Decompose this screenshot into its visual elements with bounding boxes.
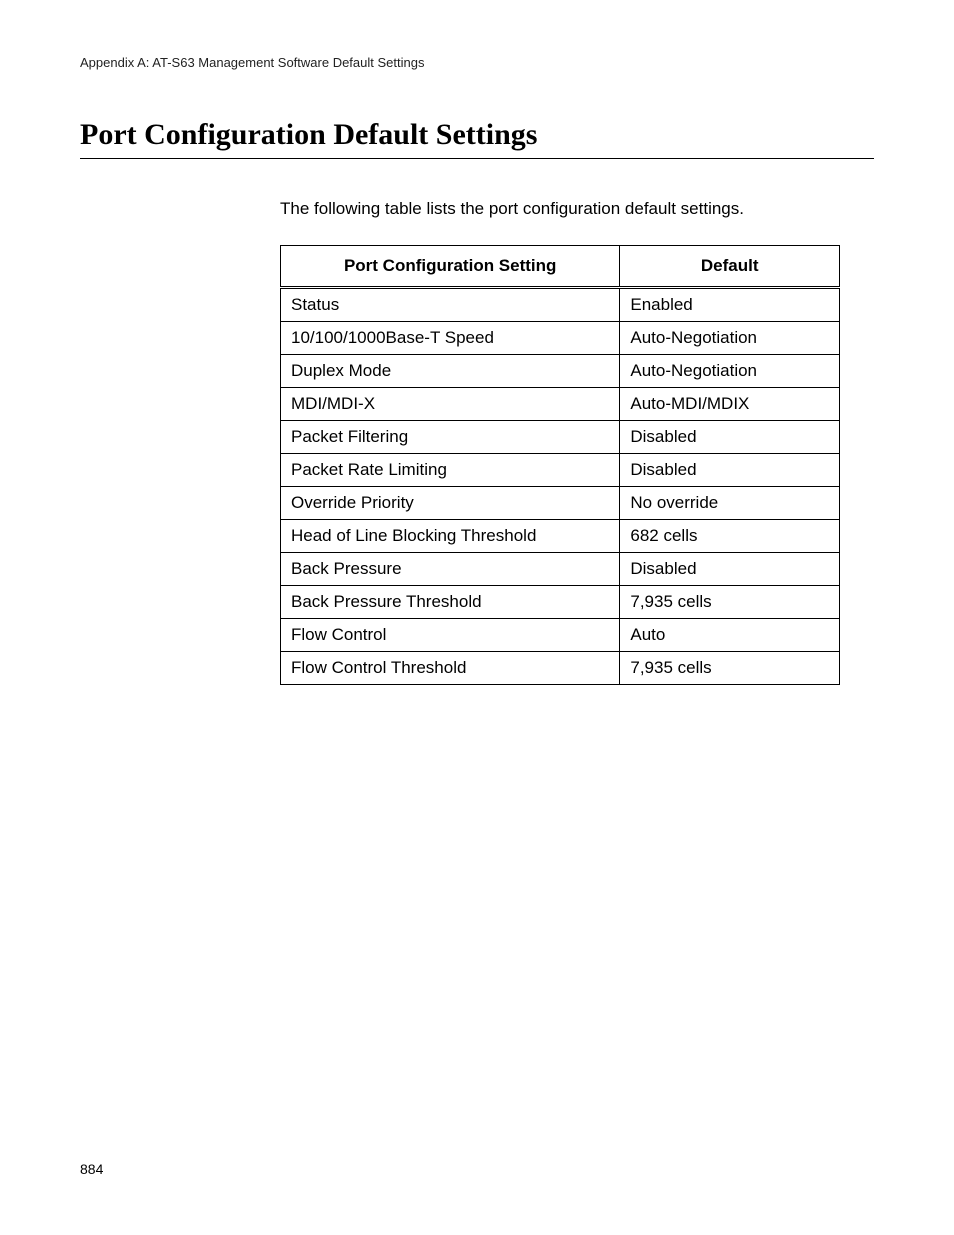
table-row: Packet Filtering Disabled — [281, 421, 840, 454]
cell-setting: Status — [281, 288, 620, 322]
cell-setting: Back Pressure — [281, 553, 620, 586]
table-row: Flow Control Auto — [281, 619, 840, 652]
table-row: MDI/MDI-X Auto-MDI/MDIX — [281, 388, 840, 421]
cell-setting: MDI/MDI-X — [281, 388, 620, 421]
table-row: Packet Rate Limiting Disabled — [281, 454, 840, 487]
cell-setting: Duplex Mode — [281, 355, 620, 388]
cell-default: Auto-Negotiation — [620, 355, 840, 388]
cell-setting: Head of Line Blocking Threshold — [281, 520, 620, 553]
cell-setting: Packet Filtering — [281, 421, 620, 454]
table-row: Duplex Mode Auto-Negotiation — [281, 355, 840, 388]
running-header: Appendix A: AT-S63 Management Software D… — [80, 55, 874, 70]
table-row: 10/100/1000Base-T Speed Auto-Negotiation — [281, 322, 840, 355]
cell-setting: Packet Rate Limiting — [281, 454, 620, 487]
table-row: Back Pressure Disabled — [281, 553, 840, 586]
intro-paragraph: The following table lists the port confi… — [280, 199, 874, 219]
cell-setting: Back Pressure Threshold — [281, 586, 620, 619]
content-area: The following table lists the port confi… — [280, 199, 874, 685]
table-row: Status Enabled — [281, 288, 840, 322]
cell-default: Auto-Negotiation — [620, 322, 840, 355]
table-header-row: Port Configuration Setting Default — [281, 246, 840, 288]
col-header-default: Default — [620, 246, 840, 288]
cell-default: 7,935 cells — [620, 586, 840, 619]
cell-default: Disabled — [620, 553, 840, 586]
table-row: Head of Line Blocking Threshold 682 cell… — [281, 520, 840, 553]
page-title: Port Configuration Default Settings — [80, 118, 874, 159]
col-header-setting: Port Configuration Setting — [281, 246, 620, 288]
cell-setting: Flow Control — [281, 619, 620, 652]
settings-table: Port Configuration Setting Default Statu… — [280, 245, 840, 685]
cell-default: No override — [620, 487, 840, 520]
cell-default: 682 cells — [620, 520, 840, 553]
table-row: Override Priority No override — [281, 487, 840, 520]
table-row: Flow Control Threshold 7,935 cells — [281, 652, 840, 685]
cell-default: Auto — [620, 619, 840, 652]
cell-default: Enabled — [620, 288, 840, 322]
cell-default: Auto-MDI/MDIX — [620, 388, 840, 421]
cell-default: Disabled — [620, 454, 840, 487]
cell-setting: Override Priority — [281, 487, 620, 520]
table-row: Back Pressure Threshold 7,935 cells — [281, 586, 840, 619]
cell-default: Disabled — [620, 421, 840, 454]
cell-default: 7,935 cells — [620, 652, 840, 685]
page-number: 884 — [80, 1161, 103, 1177]
page: Appendix A: AT-S63 Management Software D… — [0, 0, 954, 1235]
cell-setting: Flow Control Threshold — [281, 652, 620, 685]
cell-setting: 10/100/1000Base-T Speed — [281, 322, 620, 355]
